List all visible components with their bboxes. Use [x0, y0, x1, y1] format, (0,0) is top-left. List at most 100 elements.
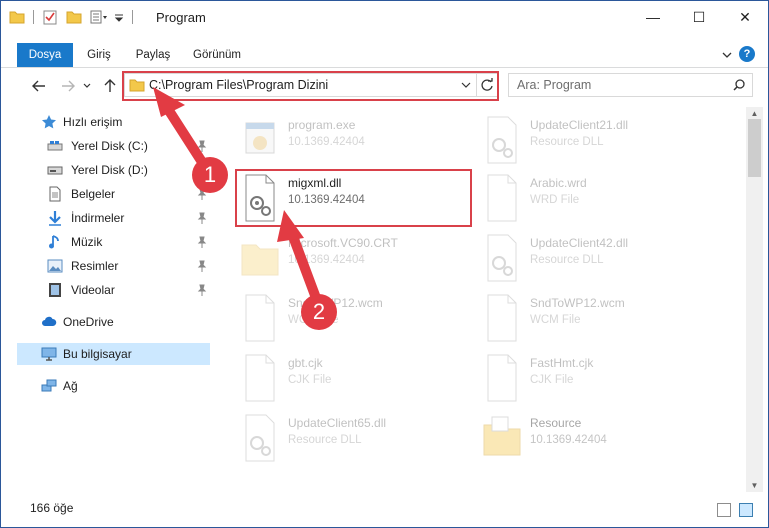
- sidebar-item-this-pc[interactable]: Bu bilgisayar: [17, 343, 210, 365]
- pin-icon[interactable]: [197, 140, 207, 152]
- file-item[interactable]: UpdateClient42.dll Resource DLL: [482, 233, 722, 291]
- sidebar-item-pictures[interactable]: Resimler: [17, 255, 210, 277]
- file-item[interactable]: UpdateClient21.dll Resource DLL: [482, 115, 722, 173]
- file-item[interactable]: Microsoft.VC90.CRT 10.1369.42404: [240, 233, 480, 291]
- sidebar-item-label: Resimler: [71, 259, 119, 273]
- file-highlight-box: [235, 169, 472, 227]
- search-input[interactable]: [517, 77, 717, 93]
- file-item[interactable]: UpdateClient65.dll Resource DLL: [240, 413, 480, 471]
- pin-icon[interactable]: [197, 260, 207, 272]
- arrow-up-icon: [104, 79, 116, 92]
- file-item[interactable]: Resource 10.1369.42404: [482, 413, 722, 471]
- window-title: Program: [156, 10, 206, 25]
- file-explorer-window: Program — ☐ ✕ Dosya Giriş Paylaş Görünüm…: [0, 0, 769, 528]
- downloads-icon: [49, 211, 61, 226]
- file-icon: [487, 294, 517, 342]
- file-name: SndToWP12.wcm: [530, 296, 625, 310]
- file-icon: [487, 174, 517, 222]
- pin-icon[interactable]: [197, 284, 207, 296]
- dll-icon: [487, 234, 517, 282]
- sidebar-item-videos[interactable]: Videolar: [17, 279, 210, 301]
- file-detail: 10.1369.42404: [530, 434, 607, 446]
- tab-dosya[interactable]: Dosya: [17, 43, 73, 67]
- computer-icon: [41, 347, 57, 361]
- file-detail: WCM File: [530, 314, 581, 326]
- details-view-button[interactable]: [717, 503, 731, 517]
- file-name: Arabic.wrd: [530, 176, 587, 190]
- file-name: Microsoft.VC90.CRT: [288, 236, 398, 250]
- properties-icon[interactable]: [42, 9, 58, 25]
- step-1-badge: 1: [192, 157, 228, 193]
- back-button[interactable]: [29, 76, 49, 96]
- file-detail: CJK File: [288, 374, 332, 386]
- dll-icon: [487, 116, 517, 164]
- tab-gorunum[interactable]: Görünüm: [187, 43, 247, 67]
- sidebar-item-label: OneDrive: [63, 315, 114, 329]
- sidebar-item-label: Bu bilgisayar: [63, 347, 132, 361]
- file-icon: [487, 354, 517, 402]
- expand-ribbon-icon[interactable]: [721, 49, 733, 61]
- title-bar: Program — ☐ ✕: [1, 1, 768, 33]
- recent-locations-button[interactable]: [81, 76, 93, 96]
- large-icons-view-button[interactable]: [739, 503, 753, 517]
- view-menu-icon[interactable]: [90, 10, 108, 24]
- new-folder-icon[interactable]: [66, 10, 82, 24]
- file-name: FastHmt.cjk: [530, 356, 594, 370]
- sidebar-item-documents[interactable]: Belgeler: [17, 183, 210, 205]
- scroll-up-arrow-icon[interactable]: ▲: [750, 109, 759, 118]
- minimize-button[interactable]: —: [630, 1, 676, 33]
- vertical-scrollbar[interactable]: ▲ ▼: [746, 107, 763, 492]
- network-icon: [41, 379, 57, 392]
- file-name: UpdateClient65.dll: [288, 416, 387, 430]
- sidebar-item-local-disk-c[interactable]: Yerel Disk (C:): [17, 135, 210, 157]
- drive-icon: [47, 141, 63, 151]
- sidebar-item-label: Yerel Disk (C:): [71, 139, 148, 153]
- file-detail: Resource DLL: [530, 254, 604, 266]
- tab-giris[interactable]: Giriş: [79, 43, 119, 67]
- close-button[interactable]: ✕: [722, 1, 768, 33]
- pin-icon[interactable]: [197, 236, 207, 248]
- file-item[interactable]: Arabic.wrd WRD File: [482, 173, 722, 231]
- search-box[interactable]: [508, 73, 753, 97]
- separator: [132, 10, 133, 24]
- file-detail: Resource DLL: [288, 434, 362, 446]
- sidebar-item-label: Ağ: [63, 379, 78, 393]
- file-item[interactable]: SndToWP12.wcm WCM File: [482, 293, 722, 351]
- sidebar-item-onedrive[interactable]: OneDrive: [17, 311, 210, 333]
- sidebar-item-label: Belgeler: [71, 187, 116, 201]
- tab-paylas[interactable]: Paylaş: [129, 43, 177, 67]
- sidebar-item-label: Hızlı erişim: [63, 115, 123, 129]
- folder-icon: [241, 244, 279, 276]
- file-item[interactable]: gbt.cjk CJK File: [240, 353, 480, 411]
- cloud-icon: [42, 316, 57, 326]
- file-item[interactable]: program.exe 10.1369.42404: [240, 115, 480, 173]
- ribbon-tabs: Dosya Giriş Paylaş Görünüm ?: [1, 43, 768, 67]
- scrollbar-thumb[interactable]: [748, 119, 761, 177]
- pictures-icon: [47, 259, 63, 273]
- sidebar-item-quick-access[interactable]: Hızlı erişim: [17, 111, 210, 133]
- customize-toolbar-icon[interactable]: [114, 12, 124, 22]
- sidebar-item-downloads[interactable]: İndirmeler: [17, 207, 210, 229]
- arrow-left-icon: [32, 80, 45, 92]
- scroll-down-arrow-icon[interactable]: ▼: [750, 481, 759, 490]
- status-bar: 166 öğe: [1, 495, 768, 527]
- file-detail: CJK File: [530, 374, 574, 386]
- folder-icon: [9, 11, 25, 24]
- file-item[interactable]: SndToWP12.wcm WCM File: [240, 293, 480, 351]
- separator: [33, 10, 34, 24]
- up-button[interactable]: [100, 76, 120, 96]
- file-icon: [245, 354, 275, 402]
- sidebar-item-label: Yerel Disk (D:): [71, 163, 148, 177]
- sidebar-item-local-disk-d[interactable]: Yerel Disk (D:): [17, 159, 210, 181]
- sidebar-item-network[interactable]: Ağ: [17, 375, 210, 397]
- maximize-button[interactable]: ☐: [676, 1, 722, 33]
- pin-icon[interactable]: [197, 212, 207, 224]
- sidebar-item-music[interactable]: Müzik: [17, 231, 210, 253]
- search-icon[interactable]: [733, 79, 745, 91]
- file-item[interactable]: FastHmt.cjk CJK File: [482, 353, 722, 411]
- file-name: UpdateClient42.dll: [530, 236, 629, 250]
- file-name: program.exe: [288, 118, 356, 132]
- drive-icon: [47, 166, 63, 175]
- forward-button[interactable]: [58, 76, 78, 96]
- help-button[interactable]: ?: [739, 46, 755, 62]
